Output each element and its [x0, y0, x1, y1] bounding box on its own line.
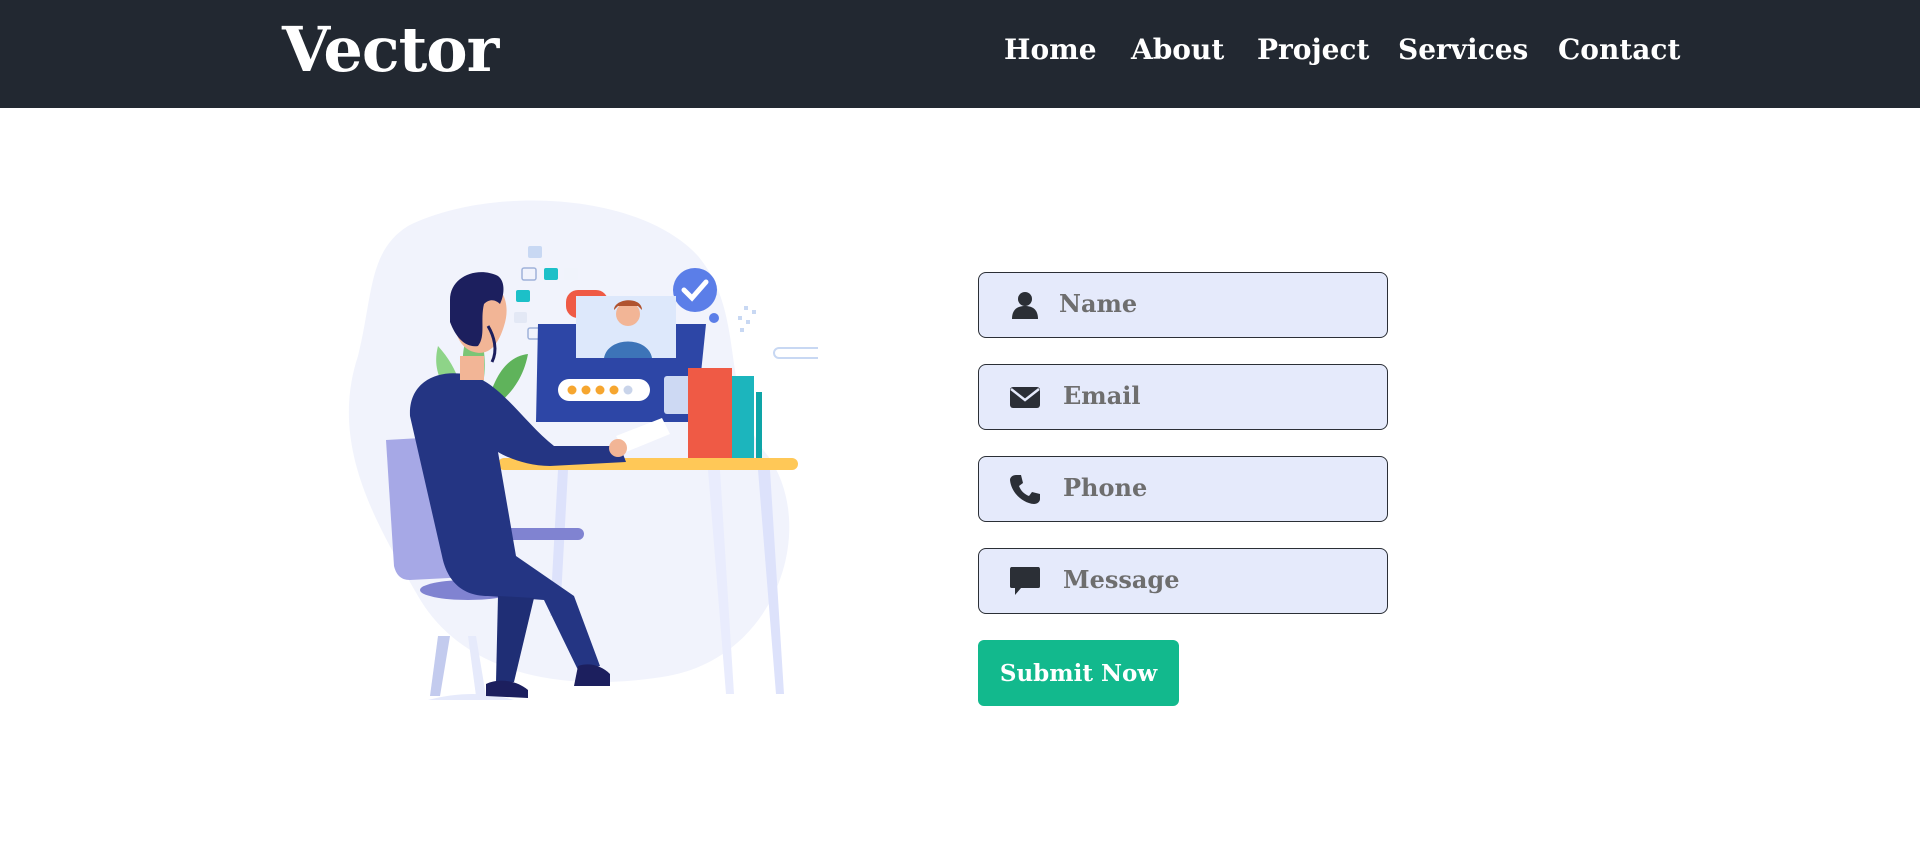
message-icon [1010, 567, 1040, 595]
email-field [978, 364, 1388, 430]
message-field [978, 548, 1388, 614]
nav-services[interactable]: Services [1398, 32, 1528, 68]
phone-icon [1010, 475, 1040, 504]
envelope-icon [1010, 387, 1040, 408]
user-icon [1012, 292, 1038, 319]
phone-input[interactable] [1063, 457, 1373, 519]
nav-project[interactable]: Project [1257, 32, 1369, 68]
name-input[interactable] [1059, 273, 1369, 335]
phone-field [978, 456, 1388, 522]
nav-home[interactable]: Home [1004, 32, 1097, 68]
brand-logo[interactable]: Vector [282, 14, 499, 86]
message-input[interactable] [1063, 549, 1373, 611]
nav-about[interactable]: About [1131, 32, 1224, 68]
nav-contact[interactable]: Contact [1558, 32, 1680, 68]
navbar: Vector Home About Project Services Conta… [0, 0, 1920, 108]
customer-support-illustration [348, 200, 818, 700]
submit-button[interactable]: Submit Now [978, 640, 1179, 706]
email-input[interactable] [1063, 365, 1373, 427]
name-field [978, 272, 1388, 338]
